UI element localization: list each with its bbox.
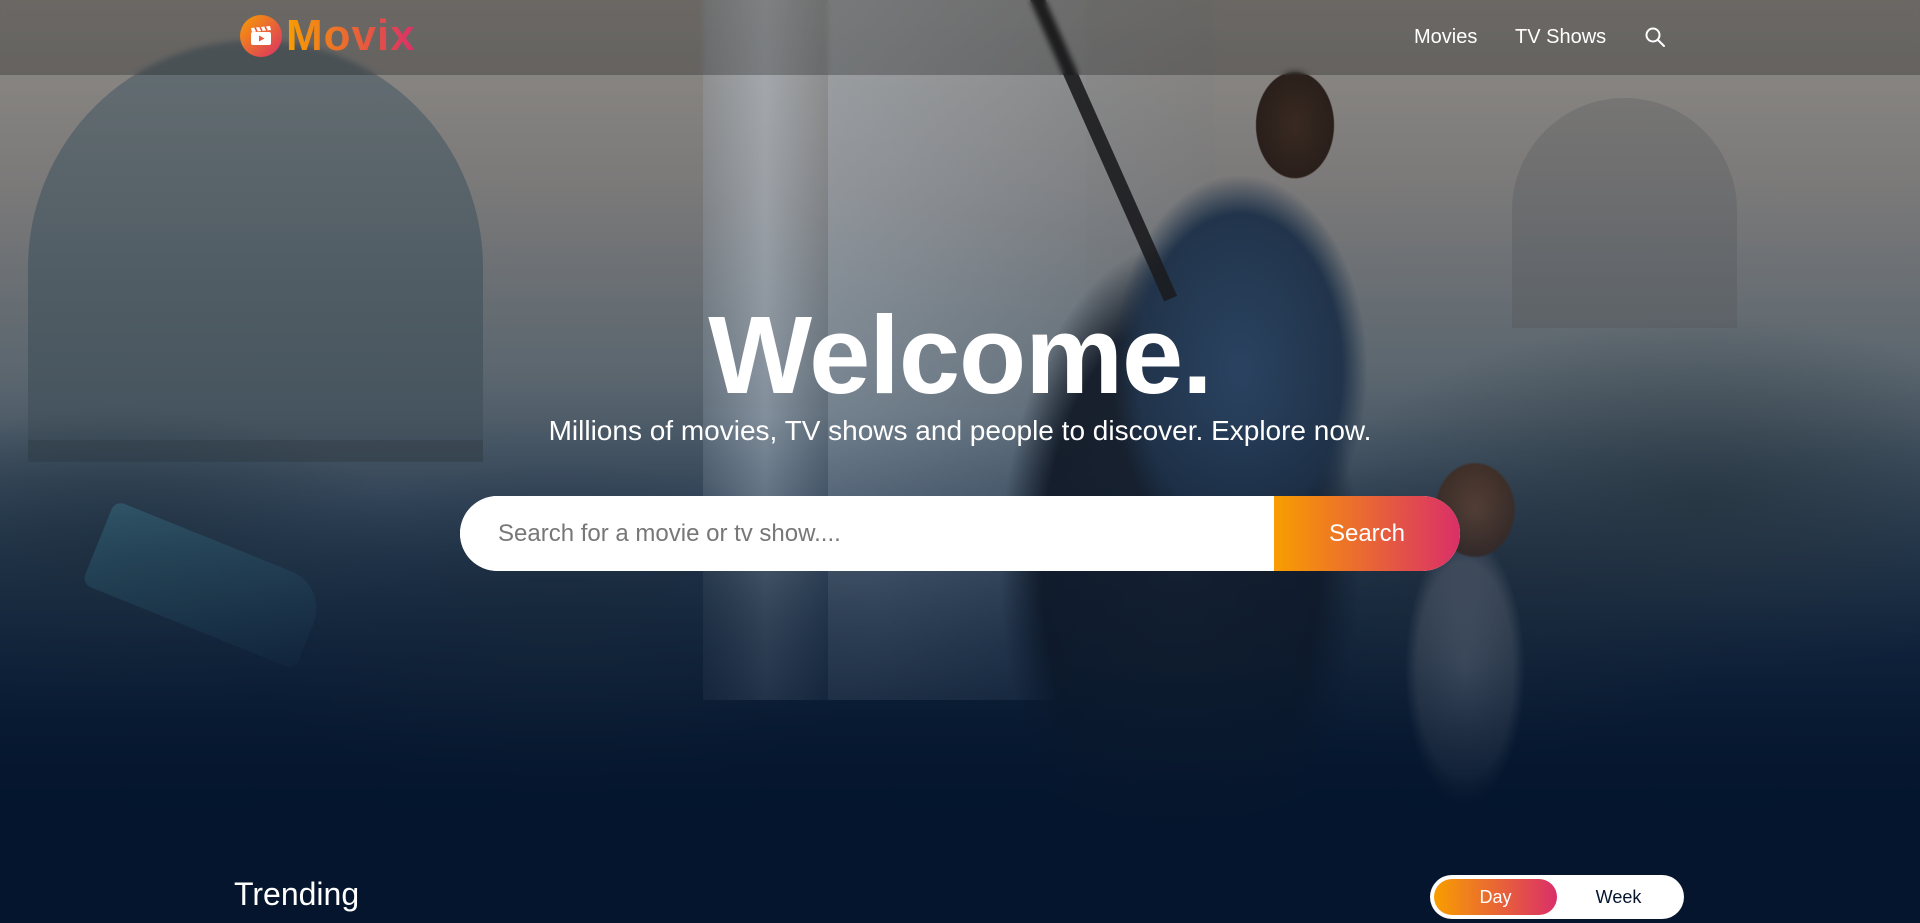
hero-subtitle: Millions of movies, TV shows and people … bbox=[548, 415, 1372, 446]
trending-title: Trending bbox=[234, 876, 360, 912]
nav-item-movies[interactable]: Movies bbox=[1414, 26, 1477, 49]
brand-name: Movix bbox=[286, 11, 416, 60]
home-page: Movix Movies TV Shows Welcome. Millions … bbox=[0, 0, 1920, 923]
trending-switch-tabs: Day Week bbox=[1430, 875, 1684, 919]
hero-search-bar: Search bbox=[460, 496, 1460, 571]
search-button[interactable]: Search bbox=[1274, 496, 1460, 571]
nav-item-tv-shows[interactable]: TV Shows bbox=[1515, 26, 1606, 49]
search-input[interactable] bbox=[460, 496, 1274, 571]
tab-day[interactable]: Day bbox=[1434, 879, 1557, 915]
hero-opacity-layer bbox=[0, 0, 1920, 923]
site-header: Movix Movies TV Shows bbox=[0, 0, 1920, 75]
clapperboard-play-icon bbox=[240, 15, 282, 57]
tab-week[interactable]: Week bbox=[1557, 879, 1680, 915]
logo[interactable]: Movix bbox=[240, 14, 416, 58]
search-icon[interactable] bbox=[1644, 26, 1668, 50]
hero-title: Welcome. bbox=[708, 294, 1213, 417]
